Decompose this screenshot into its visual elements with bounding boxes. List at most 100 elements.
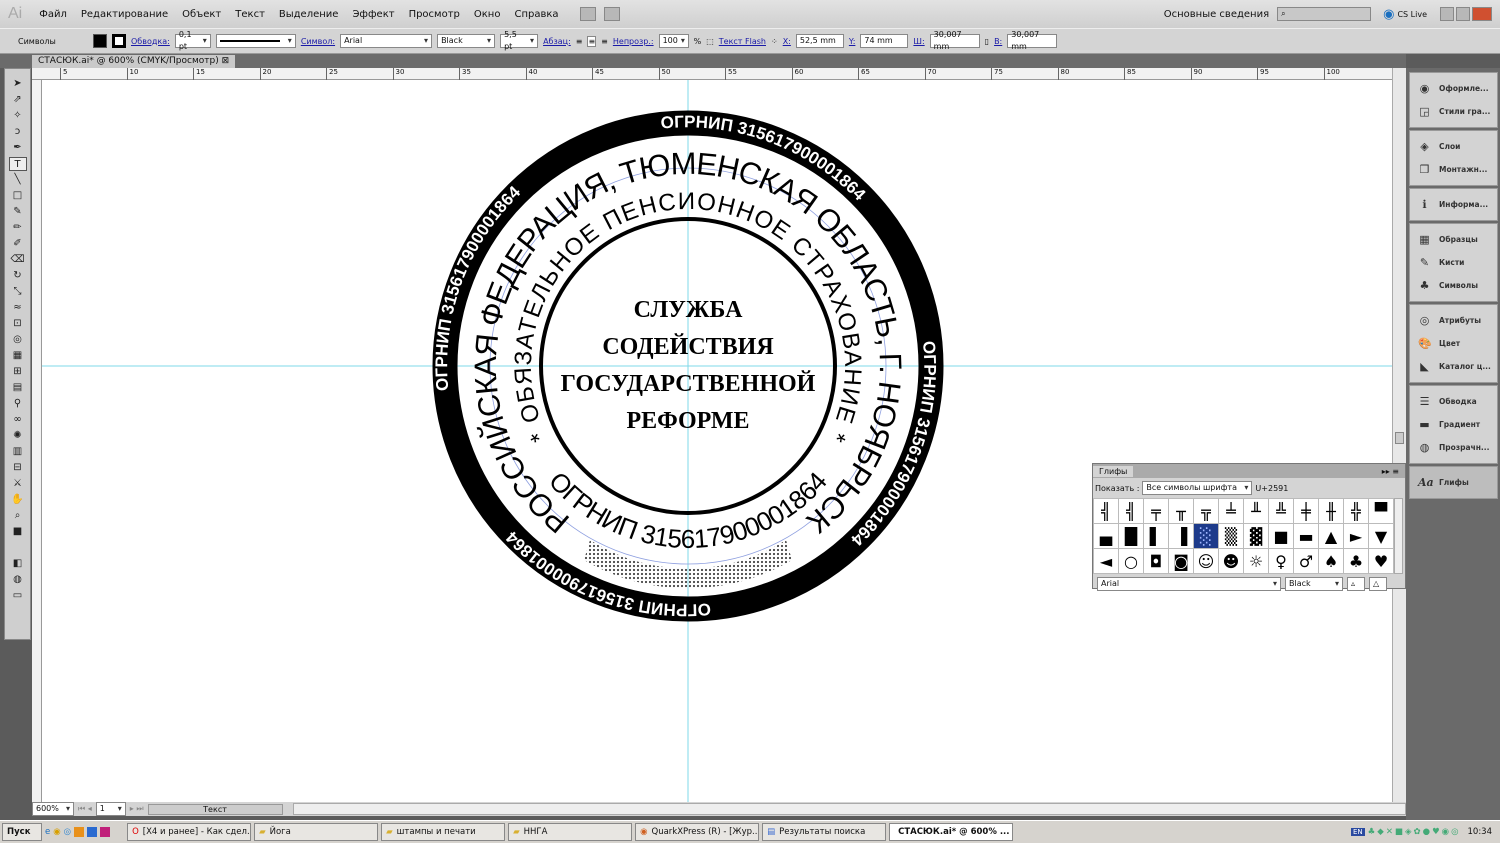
panel-attributes[interactable]: ◎ Атрибуты: [1410, 309, 1497, 332]
opacity-link[interactable]: Непрозр.:: [613, 37, 654, 46]
mesh-tool-icon[interactable]: ⊞: [9, 365, 27, 379]
lasso-tool-icon[interactable]: ↄ: [9, 125, 27, 139]
align-left-icon[interactable]: ≡: [576, 37, 583, 46]
close-button[interactable]: [1472, 7, 1492, 21]
maximize-button[interactable]: [1456, 7, 1470, 21]
taskbar-item[interactable]: ▰ штампы и печати: [381, 823, 506, 841]
x-field[interactable]: 52,5 mm: [795, 34, 844, 48]
zoom-in-glyphs-button[interactable]: △: [1369, 577, 1387, 591]
artboard-number[interactable]: 1: [95, 802, 126, 816]
stroke-swatch[interactable]: [112, 34, 126, 48]
y-field[interactable]: 74 mm: [860, 34, 909, 48]
glyph-cell[interactable]: ▄: [1094, 524, 1119, 549]
pencil-tool-icon[interactable]: ✏: [9, 221, 27, 235]
flash-text-link[interactable]: Текст Flash: [719, 37, 766, 46]
glyph-cell[interactable]: ░: [1194, 524, 1219, 549]
bridge-icon[interactable]: [579, 7, 596, 21]
panel-color[interactable]: 🎨 Цвет: [1410, 332, 1497, 355]
panel-glyphs[interactable]: Aa Глифы: [1410, 471, 1497, 494]
gradient-tool-icon[interactable]: ▤: [9, 381, 27, 395]
panel-swatches[interactable]: ▦ Образцы: [1410, 228, 1497, 251]
glyph-font-dropdown[interactable]: Arial: [1097, 577, 1281, 591]
panel-artboards[interactable]: ❐ Монтажн...: [1410, 158, 1497, 181]
glyph-cell[interactable]: ╨: [1244, 499, 1269, 524]
link-proportions-icon[interactable]: ▯: [985, 37, 989, 46]
show-dropdown[interactable]: Все символы шрифта: [1142, 481, 1253, 495]
vertical-scrollbar[interactable]: [1392, 68, 1406, 802]
glyph-cell[interactable]: ◄: [1094, 549, 1119, 574]
glyph-cell[interactable]: ╦: [1194, 499, 1219, 524]
tray-icons[interactable]: ♣◆✕■◈✿●♥◉◎: [1368, 827, 1461, 837]
taskbar-item[interactable]: ▤ Результаты поиска: [762, 823, 887, 841]
height-field[interactable]: 30,007 mm: [1007, 30, 1058, 51]
glyph-cell[interactable]: ♀: [1269, 549, 1294, 574]
glyph-scrollbar[interactable]: [1394, 498, 1403, 574]
paintbrush-tool-icon[interactable]: ✎: [9, 205, 27, 219]
glyph-cell[interactable]: ◙: [1169, 549, 1194, 574]
menu-select[interactable]: Выделение: [272, 9, 346, 20]
glyph-cell[interactable]: ╣: [1094, 499, 1119, 524]
panel-layers[interactable]: ◈ Слои: [1410, 135, 1497, 158]
color-mode-icon[interactable]: ◧: [9, 557, 27, 571]
perspective-grid-tool-icon[interactable]: ▦: [9, 349, 27, 363]
glyph-cell[interactable]: ▲: [1319, 524, 1344, 549]
glyph-cell[interactable]: ►: [1344, 524, 1369, 549]
menu-type[interactable]: Текст: [228, 9, 272, 20]
taskbar-item[interactable]: O [X4 и ранее] - Как сдел...: [127, 823, 252, 841]
scale-tool-icon[interactable]: ⤡: [9, 285, 27, 299]
glyph-cell[interactable]: ╫: [1319, 499, 1344, 524]
first-artboard-icon[interactable]: ⏮ ◂: [78, 804, 92, 814]
menu-effect[interactable]: Эффект: [345, 9, 401, 20]
zoom-tool-icon[interactable]: ⌕: [9, 509, 27, 523]
glyph-cell[interactable]: ╬: [1344, 499, 1369, 524]
panel-menu-icon[interactable]: ▸▸ ≡: [1382, 467, 1399, 476]
panel-symbols[interactable]: ♣ Символы: [1410, 274, 1497, 297]
quick-launch-illustrator-icon[interactable]: [74, 827, 85, 837]
document-tab[interactable]: СТАСЮК.ai* @ 600% (CMYK/Просмотр) ⊠: [32, 55, 236, 68]
horizontal-scrollbar[interactable]: [292, 803, 1406, 815]
font-family-dropdown[interactable]: Arial: [340, 34, 433, 48]
fill-stroke-icon[interactable]: ■: [9, 525, 27, 555]
magic-wand-tool-icon[interactable]: ✧: [9, 109, 27, 123]
glyph-cell[interactable]: ♣: [1344, 549, 1369, 574]
shape-builder-tool-icon[interactable]: ◎: [9, 333, 27, 347]
align-center-icon[interactable]: ≡: [587, 35, 597, 47]
character-link[interactable]: Символ:: [301, 37, 335, 46]
language-indicator[interactable]: EN: [1350, 828, 1365, 836]
glyph-cell[interactable]: ╩: [1269, 499, 1294, 524]
zoom-out-glyphs-button[interactable]: ▵: [1347, 577, 1365, 591]
menu-help[interactable]: Справка: [507, 9, 565, 20]
menu-view[interactable]: Просмотр: [402, 9, 467, 20]
rectangle-tool-icon[interactable]: □: [9, 189, 27, 203]
stroke-link[interactable]: Обводка:: [131, 37, 170, 46]
glyph-cell[interactable]: ◘: [1144, 549, 1169, 574]
glyph-cell[interactable]: ▬: [1294, 524, 1319, 549]
glyph-cell[interactable]: ▼: [1369, 524, 1394, 549]
zoom-dropdown[interactable]: 600%: [32, 802, 74, 816]
panel-transparency[interactable]: ◍ Прозрачн...: [1410, 436, 1497, 459]
stroke-weight[interactable]: 0,1 pt: [174, 30, 211, 51]
artboard-tool-icon[interactable]: ⊟: [9, 461, 27, 475]
panel-info[interactable]: ℹ Информа...: [1410, 193, 1497, 216]
screen-mode-icon[interactable]: ▭: [9, 589, 27, 603]
blend-tool-icon[interactable]: ∞: [9, 413, 27, 427]
minimize-button[interactable]: [1440, 7, 1454, 21]
glyph-cell[interactable]: ○: [1119, 549, 1144, 574]
glyph-cell[interactable]: ■: [1269, 524, 1294, 549]
taskbar-item-active[interactable]: СТАСЮК.ai* @ 600% ...: [889, 823, 1014, 841]
panel-appearance[interactable]: ◉ Оформле...: [1410, 77, 1497, 100]
glyph-cell[interactable]: █: [1119, 524, 1144, 549]
glyph-cell[interactable]: ▓: [1244, 524, 1269, 549]
font-style-dropdown[interactable]: Black: [437, 34, 496, 48]
glyph-cell[interactable]: ☺: [1194, 549, 1219, 574]
opacity-field[interactable]: 100: [658, 34, 689, 48]
menu-file[interactable]: Файл: [32, 9, 74, 20]
glyph-cell[interactable]: ▌: [1144, 524, 1169, 549]
slice-tool-icon[interactable]: ⚔: [9, 477, 27, 491]
glyph-cell[interactable]: ☻: [1219, 549, 1244, 574]
menu-object[interactable]: Объект: [175, 9, 228, 20]
eyedropper-tool-icon[interactable]: ⚲: [9, 397, 27, 411]
quick-launch-indesign-icon[interactable]: [100, 827, 111, 837]
panel-stroke[interactable]: ☰ Обводка: [1410, 390, 1497, 413]
glyph-cell[interactable]: ♠: [1319, 549, 1344, 574]
